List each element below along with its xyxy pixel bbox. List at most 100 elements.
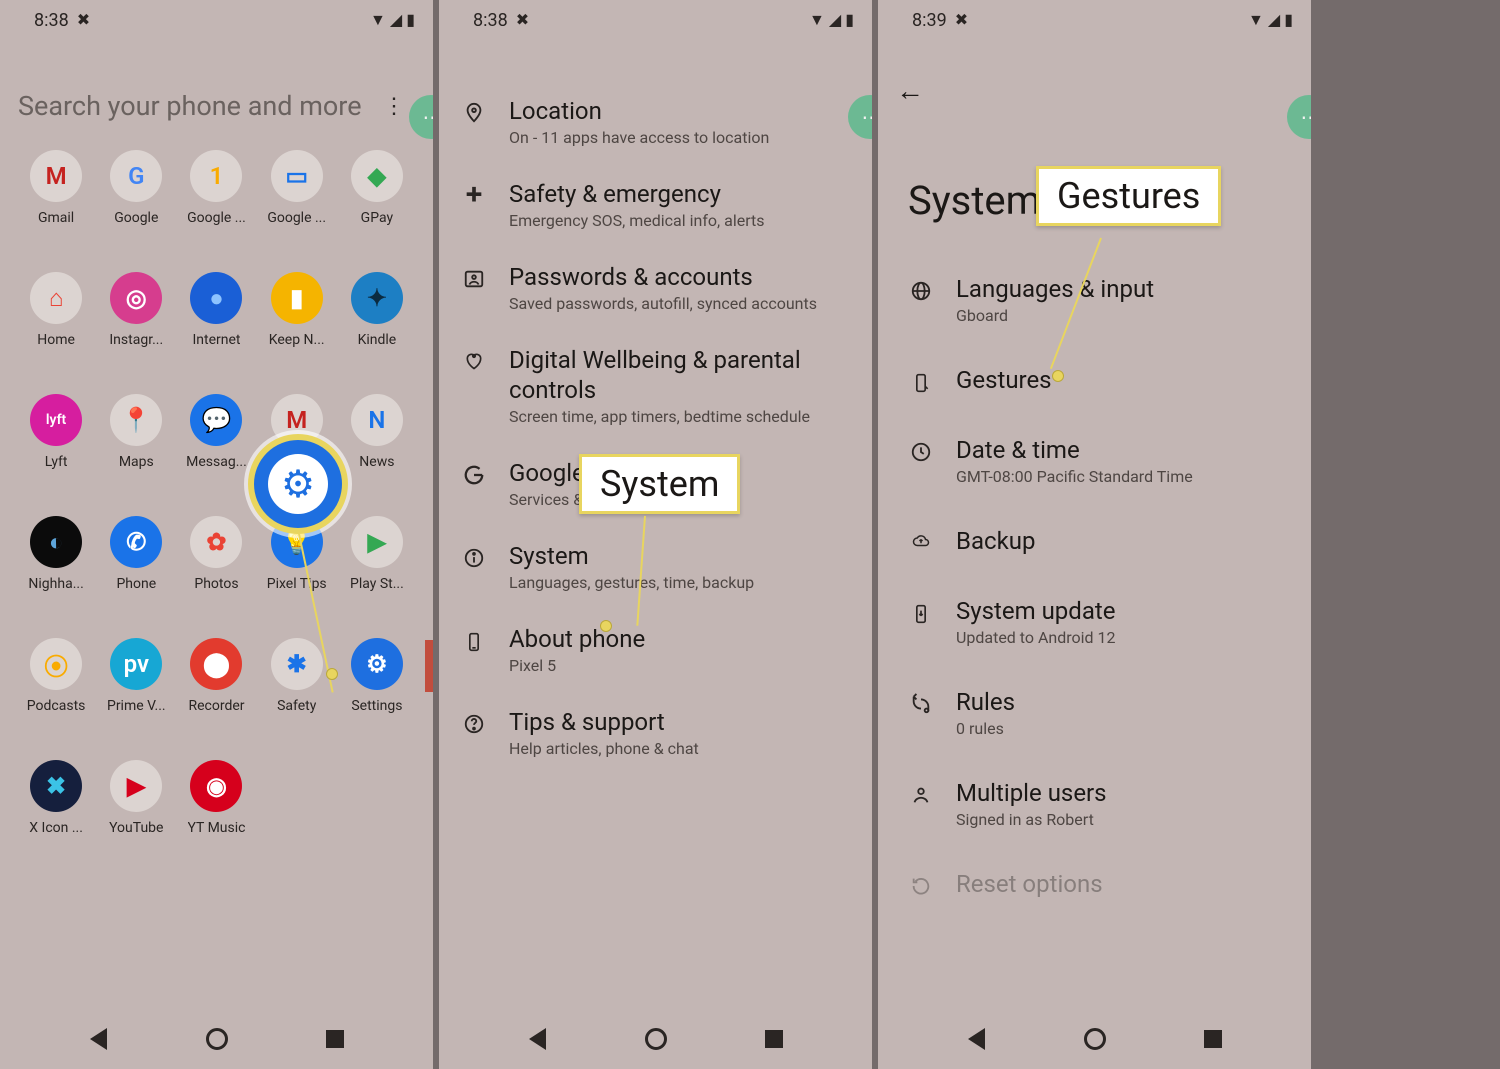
app-photos[interactable]: ✿Photos: [176, 512, 256, 634]
app-messag-[interactable]: 💬Messag...: [176, 390, 256, 512]
header-back-button[interactable]: ←: [878, 40, 1311, 107]
app-phone[interactable]: ✆Phone: [96, 512, 176, 634]
system-item-reset-options[interactable]: Reset options: [878, 849, 1311, 919]
settings-item-title: About phone: [509, 624, 852, 654]
app-icon: ●: [190, 272, 242, 324]
app-label: Instagr...: [109, 332, 163, 348]
app-label: Pixel Tips: [267, 576, 327, 592]
app-instagr-[interactable]: ◎ Instagr...: [96, 268, 176, 390]
battery-icon: ▮: [1284, 12, 1293, 28]
app-maps[interactable]: 📍Maps: [96, 390, 176, 512]
battery-icon: ▮: [845, 12, 854, 28]
app-x-icon-[interactable]: ✖X Icon ...: [16, 756, 96, 878]
app-label: Google: [114, 210, 158, 226]
app-keep-n-[interactable]: ▮Keep N...: [257, 268, 337, 390]
settings-list[interactable]: Location On - 11 apps have access to loc…: [439, 40, 872, 844]
system-item-multiple-users[interactable]: Multiple users Signed in as Robert: [878, 758, 1311, 849]
settings-item-digital-wellbeing-parental-controls[interactable]: Digital Wellbeing & parental controls Sc…: [439, 329, 872, 442]
app-recorder[interactable]: ⬤Recorder: [176, 634, 256, 756]
system-item-title: Rules: [956, 687, 1291, 717]
battery-icon: ▮: [406, 12, 415, 28]
app-label: GPay: [361, 210, 393, 226]
rules-icon: [906, 693, 936, 715]
signal-icon: ◢: [1268, 12, 1280, 28]
help-icon: [459, 713, 489, 735]
app-settings[interactable]: ⚙Settings: [337, 634, 417, 756]
app-icon: ▶: [351, 516, 403, 568]
settings-item-title: System: [509, 541, 852, 571]
reset-icon: [906, 875, 936, 897]
app-yt-music[interactable]: ◉YT Music: [176, 756, 256, 878]
app-gmail[interactable]: MGmail: [16, 146, 96, 268]
app-prime-v-[interactable]: pvPrime V...: [96, 634, 176, 756]
settings-item-subtitle: Saved passwords, autofill, synced accoun…: [509, 294, 852, 313]
app-icon: ◆: [351, 150, 403, 202]
search-input[interactable]: Search your phone and more: [18, 90, 362, 122]
app-icon: 📍: [110, 394, 162, 446]
app-icon: N: [351, 394, 403, 446]
settings-item-subtitle: Pixel 5: [509, 656, 852, 675]
dnd-icon: ✖: [516, 12, 529, 28]
app-label: Nighha...: [28, 576, 83, 592]
system-item-title: System update: [956, 596, 1291, 626]
app-label: Recorder: [188, 698, 244, 714]
app-google-[interactable]: 1Google ...: [176, 146, 256, 268]
settings-item-passwords-accounts[interactable]: Passwords & accounts Saved passwords, au…: [439, 246, 872, 329]
nav-recent-button[interactable]: [315, 1019, 355, 1059]
account-icon: [459, 268, 489, 290]
nav-back-button[interactable]: [517, 1019, 557, 1059]
nav-recent-button[interactable]: [754, 1019, 794, 1059]
navigation-bar: [439, 1009, 872, 1069]
app-icon: M: [30, 150, 82, 202]
settings-item-safety-emergency[interactable]: Safety & emergency Emergency SOS, medica…: [439, 163, 872, 246]
app-icon: ⦿: [30, 638, 82, 690]
app-label: Google ...: [187, 210, 246, 226]
cloud-icon: [906, 532, 936, 550]
nav-home-button[interactable]: [1075, 1019, 1115, 1059]
app-label: Home: [37, 332, 75, 348]
scroll-indicator: [425, 640, 433, 692]
settings-item-system[interactable]: System Languages, gestures, time, backup: [439, 525, 872, 608]
nav-back-button[interactable]: [78, 1019, 118, 1059]
status-bar: 8:38 ✖ ▼ ◢ ▮: [0, 0, 433, 40]
settings-item-about-phone[interactable]: About phone Pixel 5: [439, 608, 872, 691]
app-kindle[interactable]: ✦Kindle: [337, 268, 417, 390]
app-label: Messag...: [186, 454, 247, 470]
nav-recent-button[interactable]: [1193, 1019, 1233, 1059]
system-item-rules[interactable]: Rules 0 rules: [878, 667, 1311, 758]
nav-home-button[interactable]: [636, 1019, 676, 1059]
settings-item-title: Safety & emergency: [509, 179, 852, 209]
app-internet[interactable]: ●Internet: [176, 268, 256, 390]
callout-gestures-label: Gestures: [1036, 166, 1221, 226]
app-home[interactable]: ⌂Home: [16, 268, 96, 390]
phone-screen-settings-list: 8:38 ✖ ▼ ◢ ▮ Location On - 11 apps have …: [439, 0, 872, 1069]
app-icon: ▶: [110, 760, 162, 812]
app-icon: ◎: [110, 272, 162, 324]
app-lyft[interactable]: lyftLyft: [16, 390, 96, 512]
app-podcasts[interactable]: ⦿Podcasts: [16, 634, 96, 756]
nav-back-button[interactable]: [956, 1019, 996, 1059]
settings-item-location[interactable]: Location On - 11 apps have access to loc…: [439, 80, 872, 163]
system-item-subtitle: GMT-08:00 Pacific Standard Time: [956, 467, 1291, 486]
system-item-date-time[interactable]: Date & time GMT-08:00 Pacific Standard T…: [878, 415, 1311, 506]
system-item-system-update[interactable]: System update Updated to Android 12: [878, 576, 1311, 667]
system-item-languages-input[interactable]: Languages & input Gboard: [878, 254, 1311, 345]
app-google[interactable]: GGoogle: [96, 146, 176, 268]
system-item-gestures[interactable]: Gestures: [878, 345, 1311, 415]
app-news[interactable]: NNews: [337, 390, 417, 512]
wifi-icon: ▼: [370, 12, 386, 28]
settings-item-tips-support[interactable]: Tips & support Help articles, phone & ch…: [439, 691, 872, 774]
nav-home-button[interactable]: [197, 1019, 237, 1059]
app-youtube[interactable]: ▶YouTube: [96, 756, 176, 878]
app-label: Play St...: [350, 576, 404, 592]
wifi-icon: ▼: [1248, 12, 1264, 28]
system-item-backup[interactable]: Backup: [878, 506, 1311, 576]
app-icon: ✱: [271, 638, 323, 690]
callout-dot: [600, 620, 612, 632]
app-gpay[interactable]: ◆ GPay: [337, 146, 417, 268]
app-icon: ◉: [190, 760, 242, 812]
app-play-st-[interactable]: ▶ Play St...: [337, 512, 417, 634]
app-google-[interactable]: ▭Google ...: [257, 146, 337, 268]
app-nighha-[interactable]: ◐Nighha...: [16, 512, 96, 634]
system-settings-list[interactable]: Languages & input Gboard Gestures Date &…: [878, 254, 1311, 989]
